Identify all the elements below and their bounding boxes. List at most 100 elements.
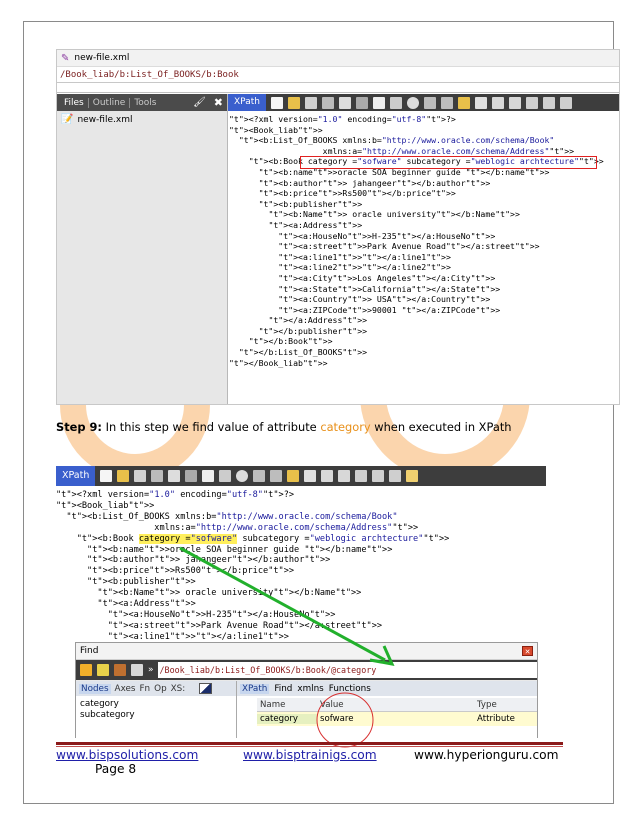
copy-icon[interactable] — [372, 96, 385, 109]
code-line: "t"><b:List_Of_BOOKS xmlns:b="http://www… — [238, 135, 555, 146]
code-line: "t"><b:Book category ="sofware" subcateg… — [76, 533, 450, 544]
tab-xs[interactable]: XS: — [171, 684, 186, 694]
align-icon[interactable] — [355, 470, 368, 482]
open-icon[interactable] — [287, 96, 300, 109]
print-icon[interactable] — [168, 470, 181, 482]
code-line: "t"><a:ZIPCode"t">>90001 "t"></a:ZIPCode… — [278, 304, 501, 315]
list-item[interactable]: subcategory — [80, 710, 232, 721]
new-icon[interactable] — [100, 470, 113, 482]
paste-icon[interactable] — [219, 470, 232, 482]
tab-tools[interactable]: Tools — [130, 98, 160, 108]
results-tabs: XPath Find xmlns Functions — [237, 681, 537, 696]
footer-site-hyperionguru: www.hyperionguru.com — [414, 748, 559, 762]
code-line: "t"><Book_liab"t">> — [229, 124, 323, 135]
bug-icon[interactable] — [114, 664, 126, 676]
indent-icon[interactable] — [321, 470, 334, 482]
edit-icon[interactable] — [406, 470, 419, 482]
xpath-button-2[interactable]: XPath — [56, 466, 96, 486]
lightning-icon[interactable] — [80, 664, 92, 676]
tab-nodes[interactable]: Nodes — [79, 683, 111, 694]
redo-icon[interactable] — [440, 96, 453, 109]
find-title: Find — [80, 646, 99, 656]
list-icon[interactable] — [372, 470, 385, 482]
xml-source-2: "t"><?xml version="1.0" encoding="utf-8"… — [56, 490, 449, 643]
close-icon[interactable]: ✖ — [210, 96, 227, 109]
undo-icon[interactable] — [253, 470, 266, 482]
code-line: "t"></b:List_Of_BOOKS"t">> — [238, 347, 368, 358]
grid-icon[interactable] — [559, 96, 572, 109]
format-icon[interactable] — [304, 470, 317, 482]
xpath-toolbar: XPath — [228, 94, 619, 111]
expand-icon[interactable]: » — [148, 665, 154, 675]
print-icon[interactable] — [338, 96, 351, 109]
code-line: "t"><b:Name"t">> oracle university"t"></… — [268, 209, 520, 220]
footer-link-bispsolutions[interactable]: www.bispsolutions.com — [56, 748, 198, 762]
undo-icon[interactable] — [423, 96, 436, 109]
align-icon[interactable] — [525, 96, 538, 109]
close-icon[interactable]: ✕ — [522, 646, 533, 656]
outdent-icon[interactable] — [508, 96, 521, 109]
grid-icon[interactable] — [389, 470, 402, 482]
tab-op[interactable]: Op — [154, 684, 167, 694]
path-bar: /Book_liab/b:List_Of_BOOKS/b:Book — [57, 67, 619, 83]
tag-icon[interactable] — [131, 664, 143, 676]
tab-xmlns[interactable]: xmlns — [297, 684, 323, 694]
copy-icon[interactable] — [202, 470, 215, 482]
tab-outline[interactable]: Outline — [89, 97, 131, 108]
results-panel: XPath Find xmlns Functions Name Value Ty… — [237, 681, 537, 738]
save-all-icon[interactable] — [151, 470, 164, 482]
step-text-1: In this step we find value of attribute — [101, 420, 321, 434]
indent-icon[interactable] — [491, 96, 504, 109]
code-line: "t"><a:State"t">>California"t"></a:State… — [278, 283, 501, 294]
code-line: "t"><b:name"t">>oracle SOA beginner guid… — [87, 544, 393, 555]
star-icon[interactable] — [97, 664, 109, 676]
code-line: "t"><?xml version="1.0" encoding="utf-8"… — [56, 490, 295, 500]
file-item[interactable]: 📝 new-file.xml — [57, 111, 227, 128]
redo-icon[interactable] — [270, 470, 283, 482]
wand-icon[interactable]: 🖌 — [189, 97, 210, 108]
tab-files[interactable]: Files — [60, 97, 89, 108]
find-titlebar: Find ✕ — [76, 643, 537, 660]
files-panel: Files Outline Tools 🖌 ✖ 📝 new-file.xml — [57, 94, 228, 404]
column-value: Value — [320, 699, 344, 710]
code-line: "t"><a:Address"t">> — [268, 219, 363, 230]
open-icon[interactable] — [117, 470, 130, 482]
list-icon[interactable] — [542, 96, 555, 109]
cut-icon[interactable] — [355, 96, 368, 109]
color-toggle-icon[interactable] — [199, 683, 213, 694]
validate-icon[interactable] — [287, 470, 300, 482]
editor-screenshot-2: XPath "t"><?xml version="1.0" encoding="… — [56, 466, 546, 738]
attribute-highlight-box — [300, 156, 597, 169]
xpath-input[interactable]: /Book_liab/b:List_Of_BOOKS/b:Book/@categ… — [157, 662, 537, 678]
tab-find[interactable]: Find — [274, 684, 292, 694]
validate-icon[interactable] — [457, 96, 470, 109]
code-line: "t"><a:line2"t">>"t"></a:line2"t">> — [278, 262, 451, 273]
footer-link-bisptrainigs[interactable]: www.bisptrainigs.com — [243, 748, 377, 762]
code-line: "t"><b:List_Of_BOOKS xmlns:b="http://www… — [66, 511, 398, 522]
tab-fn[interactable]: Fn — [140, 684, 151, 694]
find-icon[interactable] — [236, 470, 249, 482]
new-icon[interactable] — [270, 96, 283, 109]
tab-axes[interactable]: Axes — [115, 684, 136, 694]
cut-icon[interactable] — [185, 470, 198, 482]
tab-xpath[interactable]: XPath — [240, 683, 270, 694]
paste-icon[interactable] — [389, 96, 402, 109]
save-all-icon[interactable] — [321, 96, 334, 109]
document-icon: 📝 — [61, 114, 74, 125]
cell-type: Attribute — [477, 714, 515, 724]
list-item[interactable]: category — [80, 699, 232, 710]
outdent-icon[interactable] — [338, 470, 351, 482]
table-row[interactable]: category sofware Attribute — [257, 712, 537, 726]
xml-editor[interactable]: XPath "t"><?xml version="1.0" encoding="… — [228, 94, 619, 404]
find-icon[interactable] — [406, 96, 419, 109]
code-line: "t"></b:publisher"t">> — [258, 325, 368, 336]
xpath-button[interactable]: XPath — [228, 94, 266, 111]
save-icon[interactable] — [134, 470, 147, 482]
tab-functions[interactable]: Functions — [329, 684, 371, 694]
nodes-tabs: Nodes Axes Fn Op XS: — [76, 681, 236, 696]
format-icon[interactable] — [474, 96, 487, 109]
code-line: xmlns:a="http://www.oracle.com/schema/Ad… — [229, 145, 575, 156]
save-icon[interactable] — [304, 96, 317, 109]
find-toolbar: » /Book_liab/b:List_Of_BOOKS/b:Book/@cat… — [76, 660, 537, 680]
step-instruction: Step 9: In this step we find value of at… — [56, 420, 512, 434]
